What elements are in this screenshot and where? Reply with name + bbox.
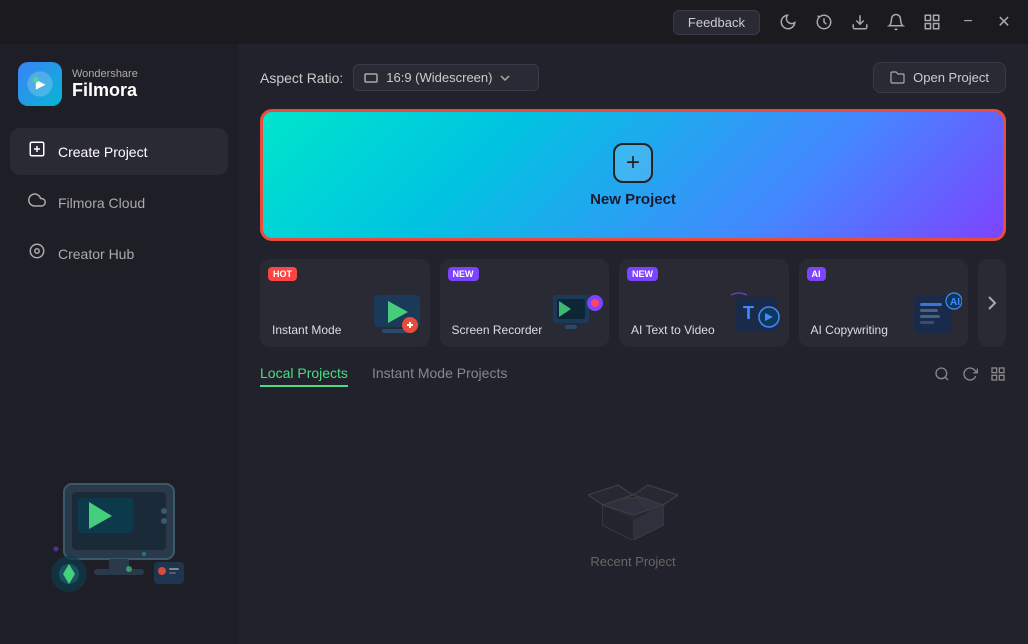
title-bar: Feedback: [0, 0, 1028, 44]
title-bar-actions: Feedback: [673, 6, 1020, 38]
search-projects-button[interactable]: [934, 366, 950, 387]
empty-state-label: Recent Project: [590, 554, 675, 569]
sidebar-item-label-create-project: Create Project: [58, 144, 147, 160]
sidebar-item-label-creator-hub: Creator Hub: [58, 246, 134, 262]
main-layout: Wondershare Filmora Create Project Fil: [0, 44, 1028, 644]
instant-mode-label: Instant Mode: [272, 323, 341, 337]
instant-mode-icon: [370, 287, 424, 341]
grid-view-button[interactable]: [990, 366, 1006, 387]
svg-text:AI: AI: [950, 297, 960, 308]
creator-hub-icon: [28, 242, 46, 265]
logo-area: Wondershare Filmora: [0, 52, 238, 126]
feedback-button[interactable]: Feedback: [673, 10, 760, 35]
aspect-ratio-value: 16:9 (Widescreen): [386, 70, 492, 85]
screen-recorder-badge: NEW: [448, 267, 479, 281]
tab-instant-mode-projects[interactable]: Instant Mode Projects: [372, 365, 507, 387]
sidebar-illustration: [0, 434, 238, 644]
sidebar-item-create-project[interactable]: Create Project: [10, 128, 228, 175]
ai-copywriting-badge: AI: [807, 267, 826, 281]
main-content: Aspect Ratio: 16:9 (Widescreen) Open Pro…: [238, 44, 1028, 644]
new-project-card[interactable]: + New Project: [260, 109, 1006, 241]
filmora-cloud-icon: [28, 191, 46, 214]
chevron-right-icon: [987, 295, 997, 311]
logo-text: Wondershare Filmora: [72, 68, 138, 101]
refresh-projects-button[interactable]: [962, 366, 978, 387]
open-project-button[interactable]: Open Project: [873, 62, 1006, 93]
logo-subtitle: Wondershare: [72, 68, 138, 80]
minimize-button[interactable]: −: [952, 6, 984, 38]
sidebar-item-filmora-cloud[interactable]: Filmora Cloud: [10, 179, 228, 226]
download-button[interactable]: [844, 6, 876, 38]
new-project-label: New Project: [590, 191, 676, 208]
widescreen-icon: [364, 73, 378, 83]
instant-mode-card[interactable]: HOT Instant Mode: [260, 259, 430, 347]
close-button[interactable]: ✕: [988, 6, 1020, 38]
ai-text-to-video-card[interactable]: NEW T AI Text to Video: [619, 259, 789, 347]
notifications-button[interactable]: [880, 6, 912, 38]
aspect-ratio-bar: Aspect Ratio: 16:9 (Widescreen) Open Pro…: [260, 62, 1006, 93]
instant-mode-badge: HOT: [268, 267, 297, 281]
screen-recorder-card[interactable]: NEW Screen Recorder: [440, 259, 610, 347]
ai-copywriting-card[interactable]: AI AI AI Copywriting: [799, 259, 969, 347]
app-logo-icon: [18, 62, 62, 106]
sidebar-item-label-filmora-cloud: Filmora Cloud: [58, 195, 145, 211]
svg-text:T: T: [743, 303, 754, 323]
new-project-plus-icon: +: [613, 143, 653, 183]
aspect-ratio-left: Aspect Ratio: 16:9 (Widescreen): [260, 64, 539, 91]
theme-toggle-button[interactable]: [772, 6, 804, 38]
tabs-right: [934, 366, 1006, 387]
open-project-label: Open Project: [913, 70, 989, 85]
chevron-down-icon: [500, 75, 510, 81]
sidebar: Wondershare Filmora Create Project Fil: [0, 44, 238, 644]
screen-recorder-label: Screen Recorder: [452, 323, 543, 337]
more-quick-actions-button[interactable]: [978, 259, 1006, 347]
ai-copywriting-label: AI Copywriting: [811, 323, 888, 337]
logo-title: Filmora: [72, 80, 138, 101]
sidebar-item-creator-hub[interactable]: Creator Hub: [10, 230, 228, 277]
ai-text-to-video-icon: T: [729, 287, 783, 341]
screen-recorder-icon: [549, 287, 603, 341]
project-tabs: Local Projects Instant Mode Projects: [260, 365, 1006, 387]
ai-copywriting-icon: AI: [908, 287, 962, 341]
create-project-icon: [28, 140, 46, 163]
folder-icon: [890, 71, 905, 84]
aspect-ratio-select[interactable]: 16:9 (Widescreen): [353, 64, 539, 91]
tab-local-projects[interactable]: Local Projects: [260, 365, 348, 387]
quick-actions-row: HOT Instant Mode NEW: [260, 259, 1006, 347]
empty-state-icon: [588, 460, 678, 540]
ai-text-to-video-badge: NEW: [627, 267, 658, 281]
empty-state: Recent Project: [260, 403, 1006, 626]
ai-text-to-video-label: AI Text to Video: [631, 323, 715, 337]
aspect-ratio-label: Aspect Ratio:: [260, 70, 343, 86]
apps-button[interactable]: [916, 6, 948, 38]
history-button[interactable]: [808, 6, 840, 38]
tabs-left: Local Projects Instant Mode Projects: [260, 365, 507, 387]
